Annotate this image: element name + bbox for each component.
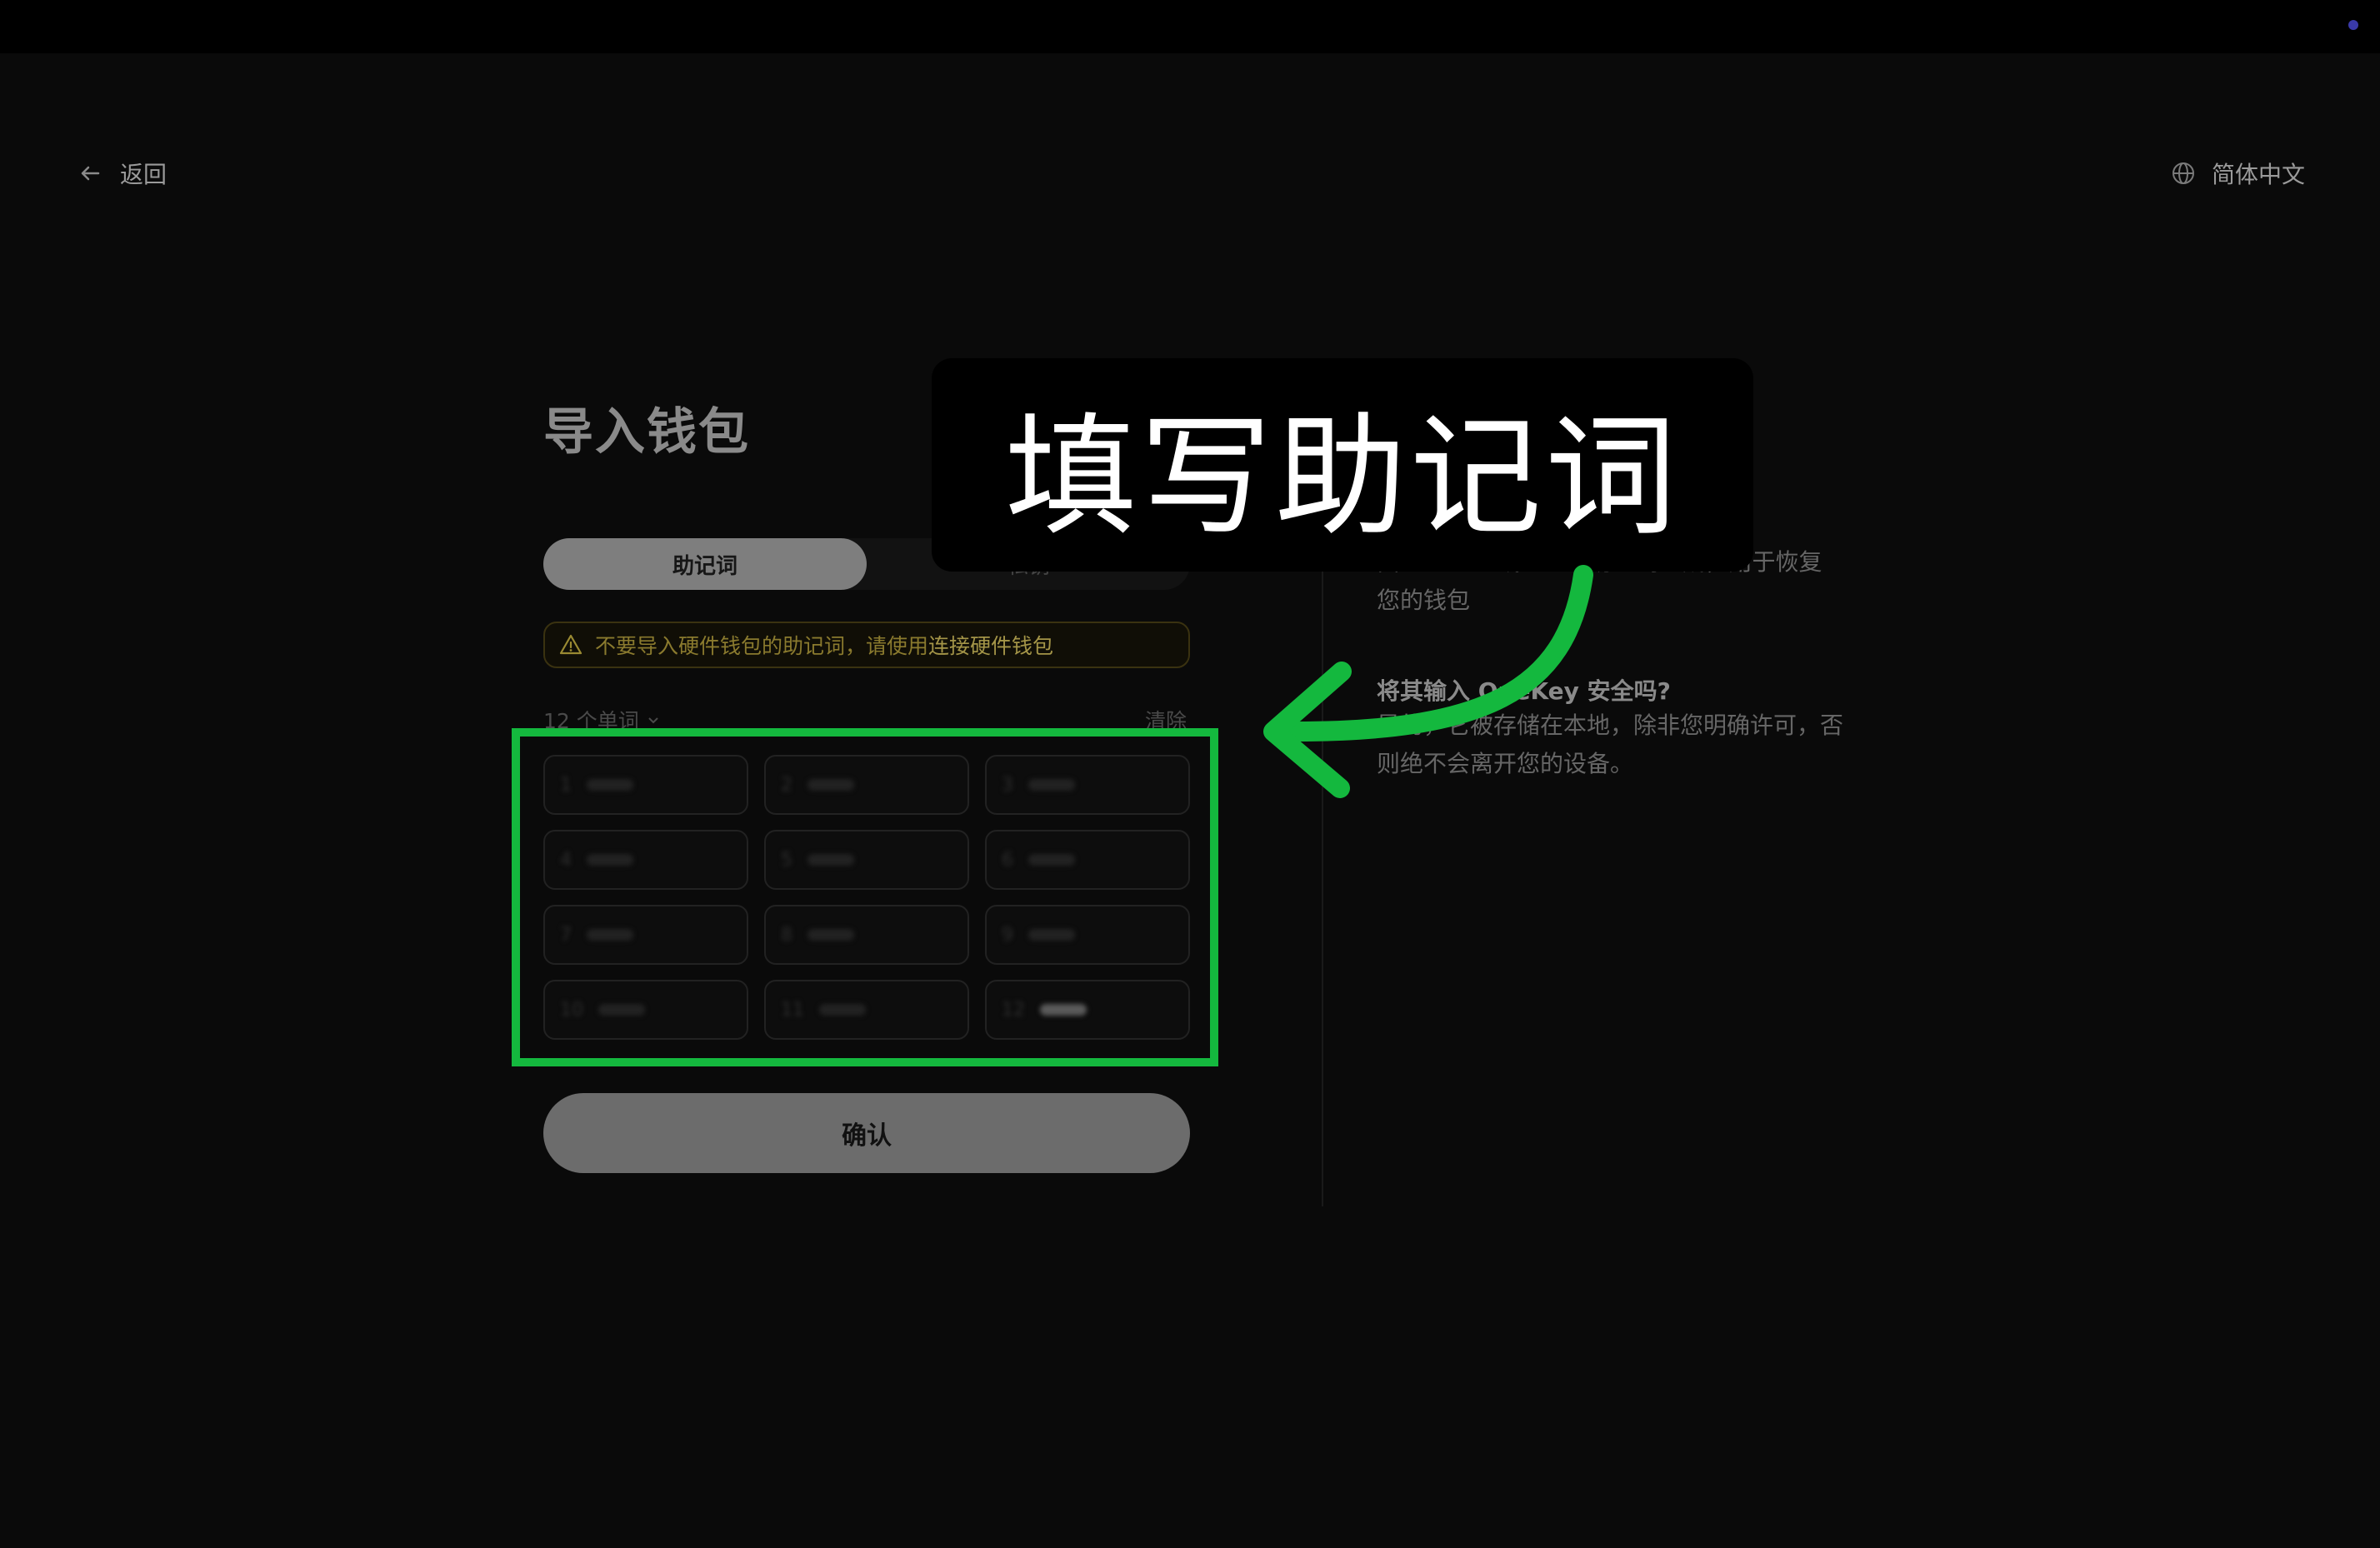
connect-hardware-wallet-link[interactable]: 连接硬件钱包 — [928, 634, 1053, 658]
window-top-bar — [0, 0, 2380, 53]
tab-mnemonic[interactable]: 助记词 — [543, 538, 867, 590]
mnemonic-highlight-box — [512, 728, 1218, 1066]
page-title: 导入钱包 — [543, 403, 750, 462]
language-selector[interactable]: 简体中文 — [2170, 157, 2305, 190]
back-label: 返回 — [120, 161, 168, 188]
annotation-arrow-icon — [1263, 565, 1593, 798]
language-label: 简体中文 — [2212, 161, 2306, 188]
chevron-down-icon — [648, 717, 658, 724]
back-button[interactable]: 返回 — [77, 157, 167, 190]
warning-banner: 不要导入硬件钱包的助记词，请使用连接硬件钱包 — [543, 622, 1190, 668]
globe-icon — [2172, 162, 2194, 184]
annotation-callout-text: 填写助记词 — [1005, 400, 1680, 554]
warning-message: 不要导入硬件钱包的助记词，请使用 — [595, 634, 929, 658]
confirm-button[interactable]: 确认 — [543, 1093, 1190, 1173]
annotation-callout: 填写助记词 — [932, 358, 1753, 572]
arrow-left-icon — [81, 166, 100, 181]
warning-text: 不要导入硬件钱包的助记词，请使用连接硬件钱包 — [595, 630, 1053, 660]
status-dot — [2348, 20, 2358, 30]
warning-icon — [559, 634, 582, 655]
